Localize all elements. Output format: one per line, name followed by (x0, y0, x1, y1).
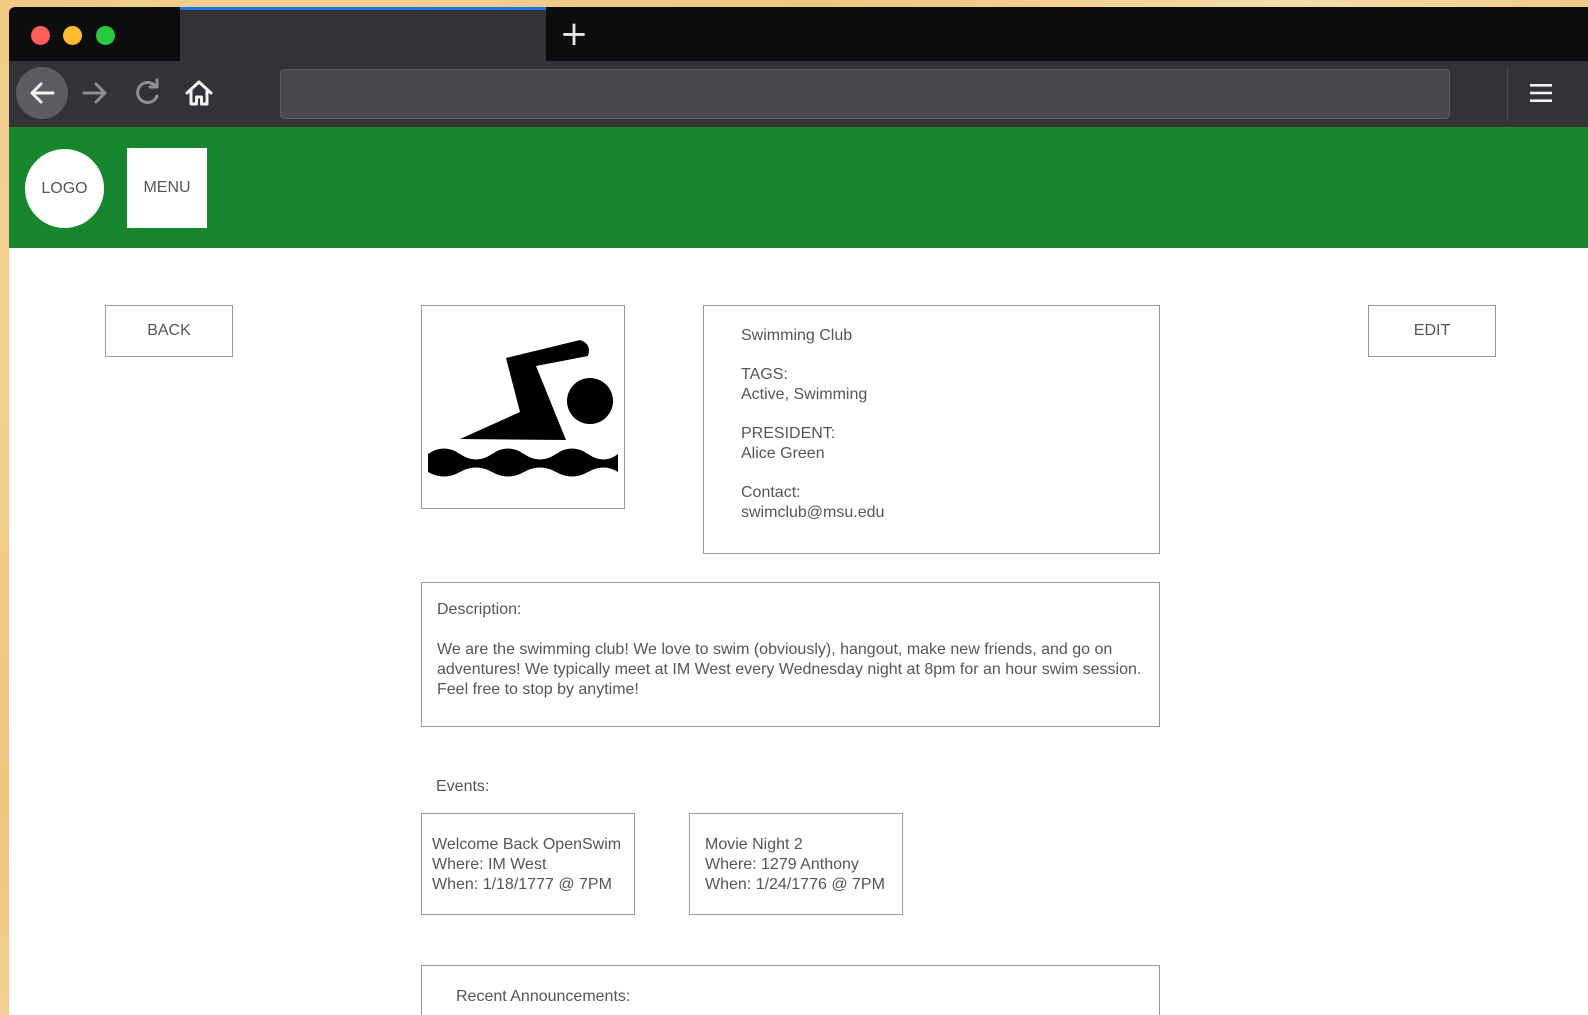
address-bar[interactable] (280, 69, 1450, 119)
browser-menu-button[interactable] (1523, 73, 1559, 113)
announcements-heading: Recent Announcements: (456, 988, 631, 1005)
tab-bar: + (9, 7, 1588, 61)
description-label: Description: (437, 601, 522, 618)
back-button[interactable]: BACK (105, 305, 233, 357)
event-card[interactable]: Welcome Back OpenSwim Where: IM West Whe… (421, 813, 635, 915)
president-value: Alice Green (741, 445, 825, 462)
tags-label: TAGS: (741, 366, 788, 383)
contact-email[interactable]: swimclub@msu.edu (741, 503, 884, 523)
active-tab-indicator (180, 7, 546, 10)
close-window-button[interactable] (31, 26, 50, 45)
description-card: Description: We are the swimming club! W… (421, 582, 1160, 727)
event-when: When: 1/24/1776 @ 7PM (705, 876, 885, 893)
event-where: Where: IM West (432, 856, 547, 873)
club-image (421, 305, 625, 509)
active-tab[interactable] (180, 7, 546, 61)
club-info-card: Swimming Club TAGS: Active, Swimming PRE… (703, 305, 1160, 554)
logo[interactable]: LOGO (25, 149, 104, 228)
swimmer-icon (428, 340, 618, 477)
hamburger-icon (1530, 84, 1552, 102)
browser-forward-button[interactable] (69, 67, 121, 119)
edit-button[interactable]: EDIT (1368, 305, 1496, 357)
events-heading: Events: (436, 778, 490, 795)
event-title: Movie Night 2 (705, 836, 803, 853)
app-header: LOGO MENU (9, 127, 1588, 248)
browser-window: + LOGO MENU BACK EDIT Swimming Club TAGS… (9, 7, 1588, 1015)
event-card[interactable]: Movie Night 2 Where: 1279 Anthony When: … (689, 813, 903, 915)
description-text: We are the swimming club! We love to swi… (437, 641, 1142, 698)
new-tab-button[interactable]: + (557, 17, 591, 51)
arrow-left-icon (30, 82, 55, 104)
tags-value: Active, Swimming (741, 386, 868, 403)
event-title: Welcome Back OpenSwim (432, 836, 622, 853)
home-icon (185, 80, 213, 106)
browser-reload-button[interactable] (122, 67, 174, 119)
browser-back-button[interactable] (16, 67, 68, 119)
toolbar-divider (1507, 67, 1508, 121)
announcements-card: Recent Announcements: (421, 965, 1160, 1015)
president-label: PRESIDENT: (741, 425, 836, 442)
menu-button[interactable]: MENU (127, 148, 207, 228)
maximize-window-button[interactable] (96, 26, 115, 45)
event-where: Where: 1279 Anthony (705, 856, 859, 873)
browser-home-button[interactable] (173, 67, 225, 119)
minimize-window-button[interactable] (63, 26, 82, 45)
browser-toolbar (9, 61, 1588, 127)
reload-icon (136, 78, 159, 104)
event-when: When: 1/18/1777 @ 7PM (432, 876, 612, 893)
arrow-right-icon (82, 82, 107, 104)
club-name: Swimming Club (741, 327, 853, 344)
contact-label: Contact: (741, 484, 801, 501)
